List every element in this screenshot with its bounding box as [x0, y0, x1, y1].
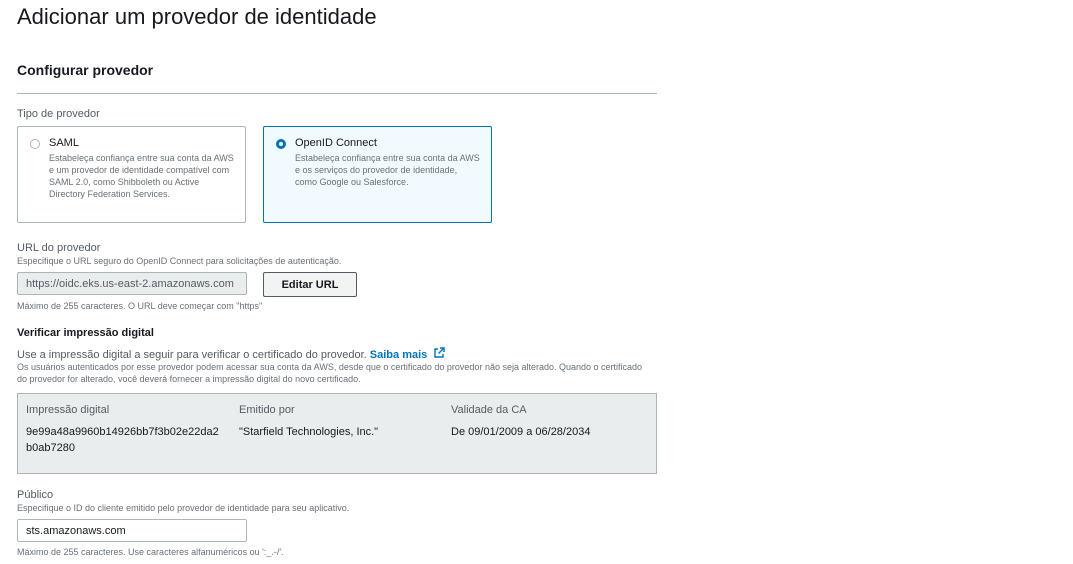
validity-value: De 09/01/2009 a 06/28/2034 [451, 426, 591, 438]
fingerprint-line-1: 9e99a48a9960b14926bb7f3b02e22da2 [26, 426, 219, 438]
fingerprint-value: 9e99a48a9960b14926bb7f3b02e22da2 b0ab728… [26, 424, 231, 456]
external-link-icon[interactable] [433, 347, 446, 362]
edit-url-button[interactable]: Editar URL [263, 272, 357, 297]
provider-url-constraint: Máximo de 255 caracteres. O URL deve com… [17, 301, 263, 311]
audience-label: Público [17, 489, 54, 501]
section-title: Configurar provedor [17, 62, 154, 78]
thumbprint-description-text: Use a impressão digital a seguir para ve… [17, 349, 367, 361]
openid-connect-title: OpenID Connect [295, 137, 377, 149]
thumbprint-description: Use a impressão digital a seguir para ve… [17, 347, 446, 362]
radio-card-openid-connect[interactable]: OpenID Connect Estabeleça confiança entr… [263, 126, 492, 223]
thumbprint-hint: Os usuários autenticados por esse proved… [17, 362, 643, 384]
openid-connect-description: Estabeleça confiança entre sua conta da … [295, 153, 480, 187]
provider-url-hint: Especifique o URL seguro do OpenID Conne… [17, 256, 342, 266]
provider-url-label: URL do provedor [17, 242, 101, 254]
saml-radio[interactable] [30, 139, 40, 149]
saml-title: SAML [49, 137, 79, 149]
issuer-value: "Starfield Technologies, Inc." [239, 426, 379, 438]
column-header-issuer: Emitido por [239, 404, 295, 416]
saml-description: Estabeleça confiança entre sua conta da … [49, 153, 234, 199]
audience-constraint: Máximo de 255 caracteres. Use caracteres… [17, 547, 284, 557]
audience-input[interactable] [17, 519, 247, 542]
audience-hint: Especifique o ID do cliente emitido pelo… [17, 503, 350, 513]
thumbprint-title: Verificar impressão digital [17, 327, 154, 339]
page-title: Adicionar um provedor de identidade [17, 4, 377, 29]
openid-connect-radio[interactable] [276, 139, 286, 149]
radio-card-saml[interactable]: SAML Estabeleça confiança entre sua cont… [17, 126, 246, 223]
thumbprint-table: Impressão digital Emitido por Validade d… [17, 393, 657, 474]
fingerprint-line-2: b0ab7280 [26, 442, 75, 454]
section-divider [17, 93, 657, 94]
provider-type-label: Tipo de provedor [17, 108, 100, 120]
column-header-fingerprint: Impressão digital [26, 404, 110, 416]
provider-url-input[interactable] [17, 272, 247, 295]
column-header-validity: Validade da CA [451, 404, 527, 416]
learn-more-link[interactable]: Saiba mais [370, 349, 427, 361]
